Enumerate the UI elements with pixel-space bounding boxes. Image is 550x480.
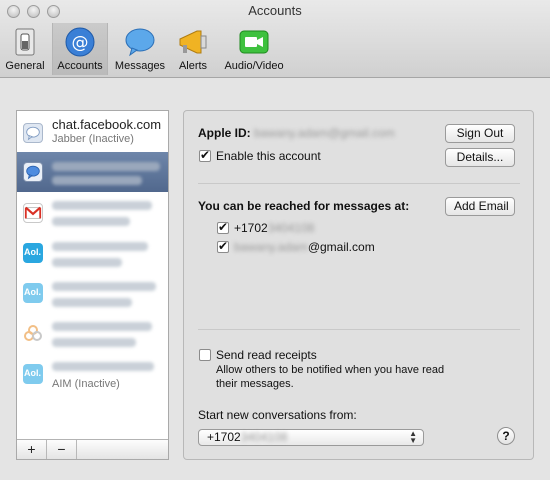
apple-id-value: bawany.adam@gmail.com bbox=[254, 126, 395, 140]
account-name-redacted bbox=[52, 282, 156, 291]
accounts-preferences-window: Accounts General @ Accounts Messages Ale… bbox=[0, 0, 550, 480]
aol-icon-text: Aol. bbox=[24, 247, 41, 257]
separator bbox=[198, 329, 520, 330]
general-switch-icon bbox=[15, 28, 35, 56]
account-status-redacted bbox=[52, 338, 136, 347]
account-row-gmail[interactable] bbox=[17, 193, 168, 233]
aol-icon-text: Aol. bbox=[24, 287, 41, 297]
add-account-button[interactable]: + bbox=[17, 440, 47, 459]
megaphone-icon bbox=[179, 30, 207, 54]
account-name-redacted bbox=[52, 201, 152, 210]
account-row-facebook[interactable]: chat.facebook.com Jabber (Inactive) bbox=[17, 113, 168, 153]
send-read-receipts-label: Send read receipts bbox=[216, 348, 317, 362]
account-status-redacted bbox=[52, 298, 132, 307]
separator bbox=[198, 183, 520, 184]
checkmark-icon: ✔ bbox=[218, 220, 229, 234]
apple-id-label: Apple ID: bbox=[198, 126, 251, 140]
read-receipts-description-1: Allow others to be notified when you hav… bbox=[216, 364, 445, 376]
reach-phone-number: +17023404108 bbox=[234, 221, 314, 235]
account-name-redacted bbox=[52, 322, 152, 331]
email-domain: @gmail.com bbox=[307, 240, 375, 254]
remove-account-button[interactable]: − bbox=[47, 440, 77, 459]
phone-prefix: +1702 bbox=[234, 221, 268, 235]
account-name-redacted bbox=[52, 162, 160, 171]
chat-bubble-icon bbox=[23, 162, 43, 182]
speech-bubble-icon bbox=[125, 28, 155, 57]
start-conversations-select[interactable]: +17023404108 ▲ ▼ bbox=[198, 429, 424, 446]
toolbar-general[interactable]: General bbox=[0, 23, 50, 75]
aol-icon: Aol. bbox=[23, 364, 43, 384]
aol-icon: Aol. bbox=[23, 283, 43, 303]
account-detail-panel: Apple ID: bawany.adam@gmail.com Sign Out… bbox=[183, 110, 534, 460]
jabber-icon bbox=[24, 325, 42, 341]
toolbar-audio-video[interactable]: Audio/Video bbox=[218, 23, 290, 75]
account-status-redacted bbox=[52, 217, 130, 226]
start-number-prefix: +1702 bbox=[207, 430, 241, 444]
start-number-redacted: 3404108 bbox=[240, 430, 288, 444]
start-conversations-label: Start new conversations from: bbox=[198, 408, 357, 422]
phone-redacted: 3404108 bbox=[267, 221, 315, 235]
toolbar-audio-video-label: Audio/Video bbox=[224, 60, 284, 72]
reach-at-label: You can be reached for messages at: bbox=[198, 199, 410, 213]
reach-email-checkbox[interactable]: ✔ bbox=[217, 239, 229, 253]
window-title: Accounts bbox=[248, 3, 302, 18]
account-status: Jabber (Inactive) bbox=[52, 133, 134, 145]
email-redacted: bawany.adam bbox=[234, 240, 308, 254]
details-button[interactable]: Details... bbox=[445, 148, 515, 167]
account-row-aol-2[interactable]: Aol. bbox=[17, 273, 168, 313]
sign-out-button[interactable]: Sign Out bbox=[445, 124, 515, 143]
account-name-redacted bbox=[52, 362, 154, 371]
account-row-jabber[interactable] bbox=[17, 313, 168, 353]
toolbar-general-label: General bbox=[5, 60, 45, 72]
account-row-aol-1[interactable]: Aol. bbox=[17, 233, 168, 273]
account-status: AIM (Inactive) bbox=[52, 378, 120, 390]
account-status-redacted bbox=[52, 258, 122, 267]
toolbar-alerts-label: Alerts bbox=[178, 60, 208, 72]
account-status-redacted bbox=[52, 176, 142, 185]
account-row-selected[interactable] bbox=[17, 152, 168, 192]
toolbar-accounts[interactable]: @ Accounts bbox=[52, 23, 108, 75]
gmail-icon bbox=[23, 203, 43, 223]
aol-icon: Aol. bbox=[23, 243, 43, 263]
toolbar-alerts[interactable]: Alerts bbox=[172, 23, 214, 75]
accounts-list-footer: + − bbox=[17, 439, 168, 459]
account-row-aim[interactable]: Aol. AIM (Inactive) bbox=[17, 354, 168, 394]
account-name-redacted bbox=[52, 242, 148, 251]
select-arrows-icon: ▲ ▼ bbox=[409, 429, 417, 445]
add-email-button[interactable]: Add Email bbox=[445, 197, 515, 216]
checkmark-icon: ✔ bbox=[200, 148, 211, 162]
checkmark-icon: ✔ bbox=[218, 239, 229, 253]
toolbar-messages[interactable]: Messages bbox=[112, 23, 168, 75]
read-receipts-description-2: their messages. bbox=[216, 378, 294, 390]
svg-text:@: @ bbox=[72, 33, 89, 53]
aol-icon-text: Aol. bbox=[24, 368, 41, 378]
accounts-list: chat.facebook.com Jabber (Inactive) Aol.… bbox=[16, 110, 169, 460]
enable-account-label: Enable this account bbox=[216, 149, 321, 163]
titlebar-toolbar: Accounts General @ Accounts Messages Ale… bbox=[0, 0, 550, 78]
help-button[interactable]: ? bbox=[497, 427, 515, 445]
reach-email-address: bawany.adam@gmail.com bbox=[234, 240, 375, 254]
at-sign-icon: @ bbox=[65, 27, 95, 57]
chat-bubble-icon bbox=[23, 123, 43, 143]
account-name: chat.facebook.com bbox=[52, 117, 162, 132]
toolbar-accounts-label: Accounts bbox=[57, 60, 103, 72]
enable-account-checkbox[interactable]: ✔ bbox=[199, 148, 211, 162]
video-camera-icon bbox=[239, 30, 269, 54]
reach-phone-checkbox[interactable]: ✔ bbox=[217, 220, 229, 234]
send-read-receipts-checkbox[interactable] bbox=[199, 349, 211, 361]
toolbar-messages-label: Messages bbox=[114, 60, 166, 72]
